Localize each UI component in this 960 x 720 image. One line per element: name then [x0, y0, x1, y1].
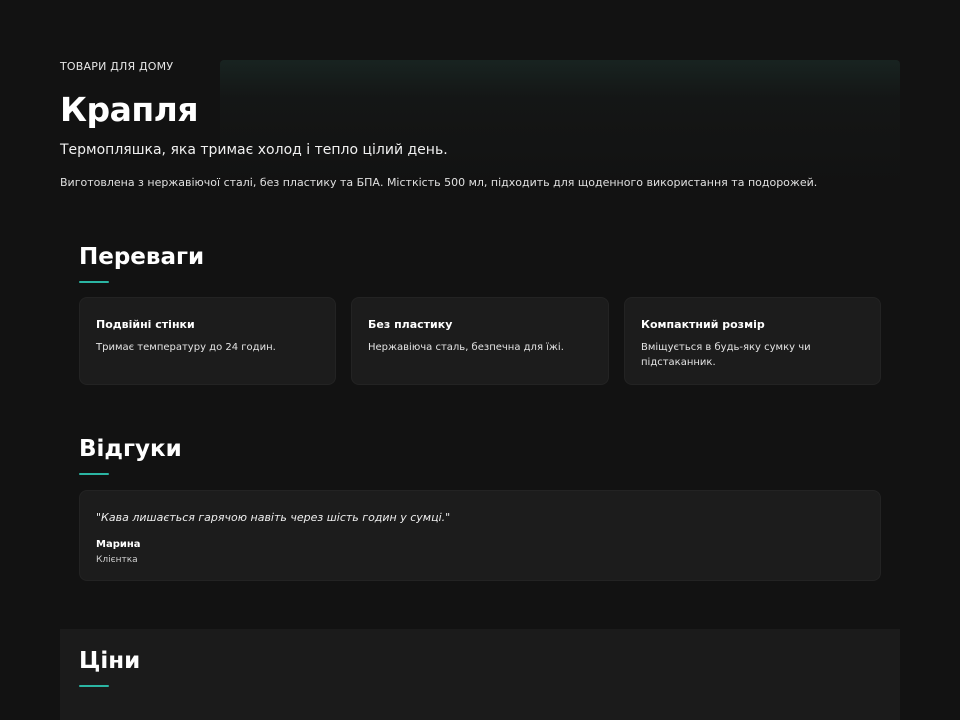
pricing-section — [60, 629, 900, 720]
hero-glow-decoration — [220, 60, 900, 190]
benefit-card-text: Тримає температуру до 24 годин. — [96, 342, 276, 353]
hero-section: ТОВАРИ ДЛЯ ДОМУ Крапля Термопляшка, яка … — [60, 56, 900, 196]
reviews-heading: Відгуки — [79, 436, 182, 462]
pricing-heading-underline — [79, 685, 109, 687]
category-label: ТОВАРИ ДЛЯ ДОМУ — [60, 60, 174, 73]
product-description: Виготовлена з нержавіючої сталі, без пла… — [60, 176, 818, 189]
benefit-card-title: Компактний розмір — [641, 318, 765, 331]
benefit-card-text: Вміщується в будь-яку сумку чи підстакан… — [641, 342, 811, 368]
pricing-heading: Ціни — [79, 648, 141, 674]
product-title: Крапля — [60, 90, 199, 129]
product-subtitle: Термопляшка, яка тримає холод і тепло ці… — [60, 142, 448, 158]
benefit-card-title: Без пластику — [368, 318, 453, 331]
benefit-card: Компактний розмір Вміщується в будь-яку … — [624, 297, 881, 385]
benefit-card-text: Нержавіюча сталь, безпечна для їжі. — [368, 342, 564, 353]
review-card: "Кава лишається гарячою навіть через шіс… — [79, 490, 881, 581]
benefit-card: Без пластику Нержавіюча сталь, безпечна … — [351, 297, 609, 385]
benefit-card-title: Подвійні стінки — [96, 318, 195, 331]
review-author-role: Клієнтка — [96, 555, 138, 565]
benefits-heading-underline — [79, 281, 109, 283]
review-author-name: Марина — [96, 539, 141, 550]
review-quote: "Кава лишається гарячою навіть через шіс… — [96, 511, 451, 524]
benefits-heading: Переваги — [79, 244, 205, 270]
page: ТОВАРИ ДЛЯ ДОМУ Крапля Термопляшка, яка … — [0, 0, 960, 720]
reviews-heading-underline — [79, 473, 109, 475]
benefit-card: Подвійні стінки Тримає температуру до 24… — [79, 297, 336, 385]
